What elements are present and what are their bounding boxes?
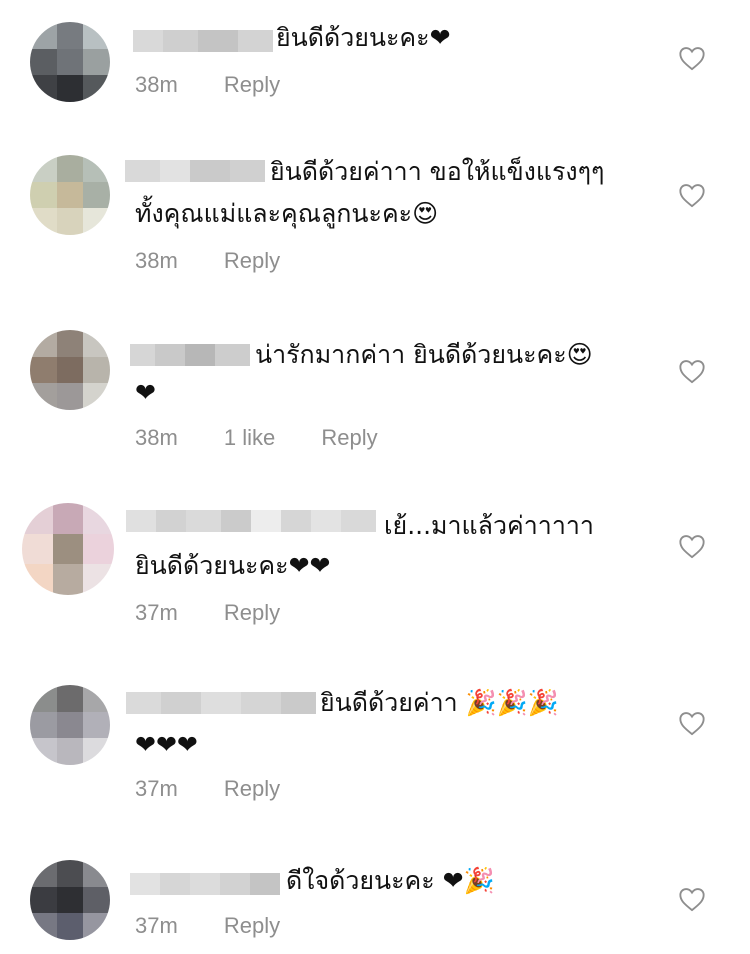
- username-blurred[interactable]: [125, 160, 265, 182]
- avatar[interactable]: [30, 330, 110, 410]
- comment-text-line-1: ยินดีด้วยนะคะ❤: [276, 23, 451, 52]
- like-heart-icon[interactable]: [678, 45, 706, 71]
- comment-text-line-1: ยินดีด้วยค่าา 🎉🎉🎉: [320, 688, 560, 717]
- username-blurred[interactable]: [133, 30, 273, 52]
- comment-time: 38m: [135, 248, 178, 273]
- comment-meta: 37m Reply: [135, 600, 280, 626]
- reply-button[interactable]: Reply: [321, 425, 377, 450]
- comment-item: ยินดีด้วยค่าาา ขอให้แข็งแรงๆๆ ทั้งคุณแม่…: [0, 150, 750, 280]
- comment-meta: 38m Reply: [135, 248, 280, 274]
- reply-button[interactable]: Reply: [224, 248, 280, 273]
- avatar[interactable]: [22, 503, 114, 595]
- comment-text-line-1: น่ารักมากค่าา ยินดีด้วยนะคะ😍: [255, 340, 593, 369]
- like-heart-icon[interactable]: [678, 710, 706, 736]
- reply-button[interactable]: Reply: [224, 776, 280, 801]
- username-blurred[interactable]: [126, 510, 376, 532]
- username-blurred[interactable]: [130, 873, 280, 895]
- comment-time: 38m: [135, 425, 178, 450]
- comment-time: 37m: [135, 600, 178, 625]
- comment-text-line-2: ทั้งคุณแม่และคุณลูกนะคะ😍: [135, 199, 439, 228]
- comment-text-line-2: ยินดีด้วยนะคะ❤❤: [135, 551, 331, 580]
- reply-button[interactable]: Reply: [224, 913, 280, 938]
- like-heart-icon[interactable]: [678, 182, 706, 208]
- comment-text-line-2: ❤: [135, 378, 156, 407]
- username-blurred[interactable]: [130, 344, 250, 366]
- comment-meta: 38m Reply: [135, 72, 280, 98]
- like-heart-icon[interactable]: [678, 358, 706, 384]
- comment-time: 37m: [135, 776, 178, 801]
- comment-time: 37m: [135, 913, 178, 938]
- comment-text-line-2: ❤❤❤: [135, 730, 198, 759]
- comment-item: ดีใจด้วยนะคะ ❤🎉 37m Reply: [0, 855, 750, 954]
- comment-meta: 38m 1 like Reply: [135, 425, 378, 451]
- like-count[interactable]: 1 like: [224, 425, 275, 450]
- avatar[interactable]: [30, 155, 110, 235]
- like-heart-icon[interactable]: [678, 886, 706, 912]
- comment-item: ยินดีด้วยค่าา 🎉🎉🎉 ❤❤❤ 37m Reply: [0, 680, 750, 810]
- comment-item: เย้...มาแล้วค่าาาาา ยินดีด้วยนะคะ❤❤ 37m …: [0, 500, 750, 630]
- comment-text-line-1: ดีใจด้วยนะคะ ❤🎉: [286, 866, 495, 895]
- comment-meta: 37m Reply: [135, 913, 280, 939]
- comment-item: น่ารักมากค่าา ยินดีด้วยนะคะ😍 ❤ 38m 1 lik…: [0, 325, 750, 455]
- comment-time: 38m: [135, 72, 178, 97]
- comment-item: ยินดีด้วยนะคะ❤ 38m Reply: [0, 0, 750, 120]
- reply-button[interactable]: Reply: [224, 72, 280, 97]
- comment-text-line-1: เย้...มาแล้วค่าาาาา: [384, 511, 594, 540]
- avatar[interactable]: [30, 685, 110, 765]
- comment-text-line-1: ยินดีด้วยค่าาา ขอให้แข็งแรงๆๆ: [270, 157, 605, 186]
- reply-button[interactable]: Reply: [224, 600, 280, 625]
- comment-meta: 37m Reply: [135, 776, 280, 802]
- username-blurred[interactable]: [126, 692, 316, 714]
- avatar[interactable]: [30, 860, 110, 940]
- like-heart-icon[interactable]: [678, 533, 706, 559]
- avatar[interactable]: [30, 22, 110, 102]
